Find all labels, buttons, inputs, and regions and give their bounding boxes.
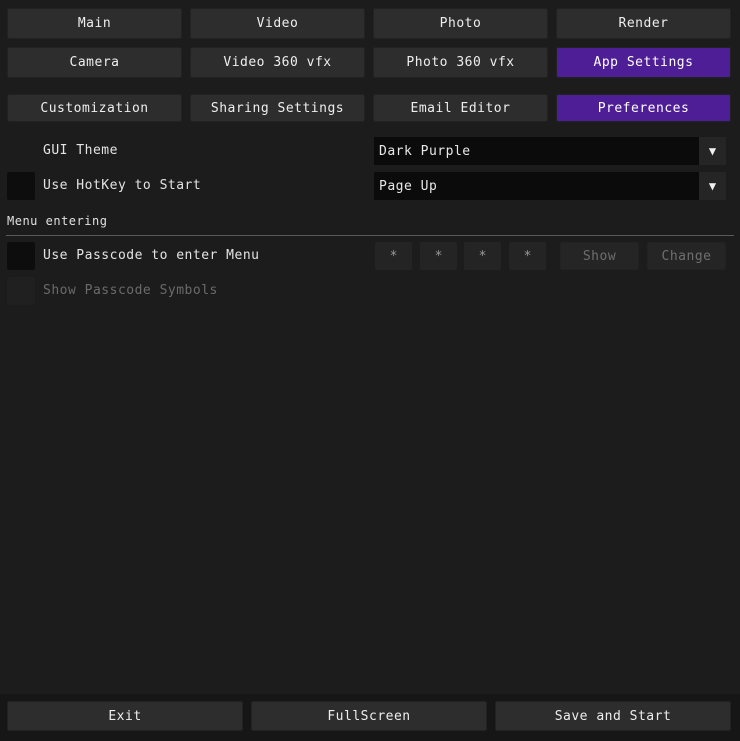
passcode-digit-2[interactable]: * xyxy=(420,242,457,270)
tab-main[interactable]: Main xyxy=(7,8,182,39)
show-symbols-label: Show Passcode Symbols xyxy=(43,283,218,298)
tab-video-360-vfx[interactable]: Video 360 vfx xyxy=(190,47,365,78)
gui-theme-dropdown[interactable]: Dark Purple ▼ xyxy=(374,137,726,165)
tab-app-settings[interactable]: App Settings xyxy=(556,47,731,78)
fullscreen-button[interactable]: FullScreen xyxy=(251,701,487,731)
save-and-start-button[interactable]: Save and Start xyxy=(495,701,731,731)
passcode-digit-1[interactable]: * xyxy=(375,242,412,270)
subtab-preferences[interactable]: Preferences xyxy=(556,94,731,122)
hotkey-value: Page Up xyxy=(379,178,438,194)
hotkey-label: Use HotKey to Start xyxy=(43,178,202,193)
show-passcode-button[interactable]: Show xyxy=(560,242,639,270)
subtab-email-editor[interactable]: Email Editor xyxy=(373,94,548,122)
section-divider xyxy=(6,235,734,236)
triangle-down-icon[interactable]: ▼ xyxy=(699,172,726,200)
tab-video[interactable]: Video xyxy=(190,8,365,39)
passcode-digit-4[interactable]: * xyxy=(509,242,546,270)
subtab-sharing-settings[interactable]: Sharing Settings xyxy=(190,94,365,122)
gui-theme-value: Dark Purple xyxy=(379,143,471,159)
tab-render[interactable]: Render xyxy=(556,8,731,39)
tab-photo[interactable]: Photo xyxy=(373,8,548,39)
passcode-label: Use Passcode to enter Menu xyxy=(43,248,260,263)
show-symbols-checkbox[interactable] xyxy=(7,277,35,305)
gui-theme-label: GUI Theme xyxy=(43,143,118,158)
triangle-down-icon[interactable]: ▼ xyxy=(699,137,726,165)
tab-camera[interactable]: Camera xyxy=(7,47,182,78)
exit-button[interactable]: Exit xyxy=(7,701,243,731)
subtab-customization[interactable]: Customization xyxy=(7,94,182,122)
menu-entering-title: Menu entering xyxy=(7,214,108,228)
tab-photo-360-vfx[interactable]: Photo 360 vfx xyxy=(373,47,548,78)
hotkey-dropdown[interactable]: Page Up ▼ xyxy=(374,172,726,200)
hotkey-checkbox[interactable] xyxy=(7,172,35,200)
passcode-checkbox[interactable] xyxy=(7,242,35,270)
app-settings-window: Main Video Photo Render Camera Video 360… xyxy=(0,0,740,741)
change-passcode-button[interactable]: Change xyxy=(647,242,726,270)
passcode-digit-3[interactable]: * xyxy=(464,242,501,270)
